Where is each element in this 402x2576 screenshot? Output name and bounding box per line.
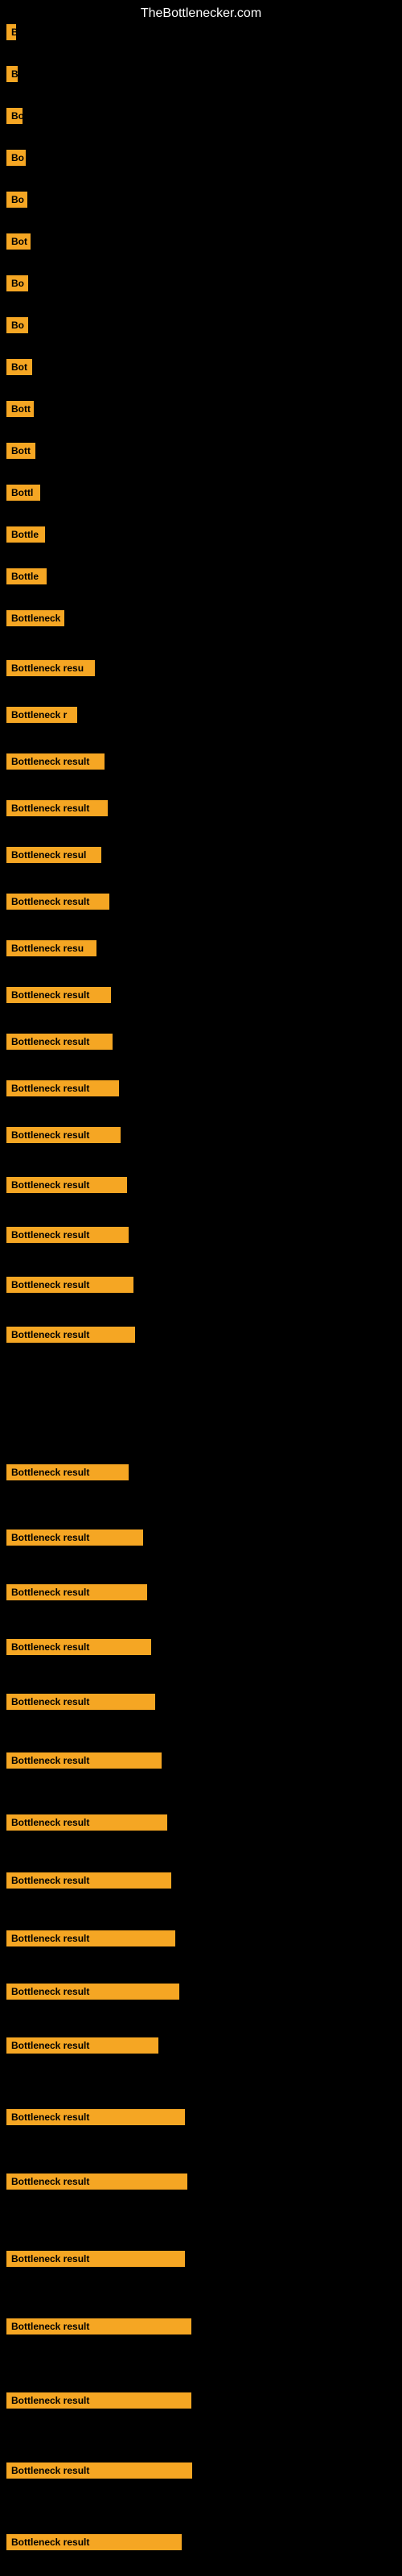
result-badge: Bottleneck result [6,753,105,770]
site-title: TheBottlenecker.com [0,0,402,27]
result-item: Bottleneck result [6,1327,135,1347]
result-item: Bottleneck result [6,1752,162,1773]
result-badge: Bo [6,317,28,333]
result-badge: Bottleneck result [6,2462,192,2479]
result-item: Bo [6,317,28,337]
result-item: Bottleneck result [6,1984,179,2004]
result-item: Bottleneck result [6,2318,191,2339]
result-badge: Bottleneck result [6,1694,155,1710]
result-badge: Bottleneck resu [6,940,96,956]
result-item: B [6,66,18,86]
result-item: B [6,24,16,44]
result-item: Bott [6,401,34,421]
result-badge: Bottleneck result [6,1327,135,1343]
result-badge: Bottleneck result [6,2251,185,2267]
result-item: Bo [6,108,23,128]
result-badge: Bottleneck result [6,1814,167,1831]
result-item: Bo [6,150,26,170]
result-item: Bottleneck result [6,1464,129,1484]
result-badge: Bottleneck result [6,1930,175,1946]
result-item: Bottleneck result [6,894,109,914]
result-badge: Bottleneck result [6,2392,191,2409]
result-badge: Bottleneck result [6,1639,151,1655]
result-item: Bottleneck result [6,1930,175,1951]
result-item: Bottleneck result [6,1694,155,1714]
result-badge: Bottl [6,485,40,501]
result-item: Bottleneck result [6,1530,143,1550]
result-item: Bottleneck result [6,1227,129,1247]
result-badge: Bottleneck result [6,1584,147,1600]
result-badge: Bott [6,443,35,459]
result-badge: Bottle [6,526,45,543]
result-badge: Bottle [6,568,47,584]
result-item: Bottleneck result [6,2392,191,2413]
result-item: Bottleneck result [6,1814,167,1835]
result-item: Bottleneck resul [6,847,101,867]
result-item: Bottleneck result [6,1277,133,1297]
result-badge: Bottleneck result [6,1127,121,1143]
result-item: Bot [6,359,32,379]
result-item: Bottleneck result [6,1034,113,1054]
result-badge: Bottleneck result [6,2174,187,2190]
result-item: Bottle [6,568,47,588]
result-item: Bottle [6,526,45,547]
result-item: Bottleneck result [6,800,108,820]
result-badge: Bottleneck result [6,1984,179,2000]
result-badge: Bottleneck result [6,2109,185,2125]
result-badge: Bottleneck result [6,1752,162,1769]
result-item: Bottleneck result [6,2109,185,2129]
result-item: Bottleneck result [6,1127,121,1147]
result-badge: Bottleneck result [6,1464,129,1480]
result-badge: B [6,24,16,40]
result-badge: Bottleneck [6,610,64,626]
result-badge: Bottleneck result [6,1080,119,1096]
result-badge: Bottleneck result [6,987,111,1003]
result-badge: Bot [6,233,31,250]
result-badge: Bo [6,108,23,124]
result-badge: Bottleneck result [6,894,109,910]
result-item: Bottleneck result [6,1639,151,1659]
result-badge: Bottleneck result [6,1277,133,1293]
result-item: Bottleneck result [6,2534,182,2554]
result-item: Bottleneck resu [6,940,96,960]
result-badge: Bottleneck result [6,800,108,816]
result-badge: Bo [6,275,28,291]
result-badge: Bottleneck result [6,1872,171,1889]
result-badge: Bottleneck result [6,2318,191,2334]
result-badge: Bottleneck resu [6,660,95,676]
result-badge: Bottleneck r [6,707,77,723]
result-badge: Bot [6,359,32,375]
result-badge: Bottleneck result [6,1227,129,1243]
result-item: Bottl [6,485,40,505]
result-badge: Bottleneck result [6,1530,143,1546]
result-badge: B [6,66,18,82]
result-item: Bottleneck resu [6,660,95,680]
result-item: Bottleneck result [6,1584,147,1604]
result-badge: Bottleneck resul [6,847,101,863]
result-item: Bottleneck result [6,1080,119,1100]
result-badge: Bottleneck result [6,1034,113,1050]
result-item: Bottleneck result [6,753,105,774]
result-badge: Bott [6,401,34,417]
result-item: Bot [6,233,31,254]
result-item: Bottleneck result [6,987,111,1007]
result-item: Bottleneck result [6,1872,171,1893]
result-badge: Bottleneck result [6,2534,182,2550]
result-item: Bo [6,192,27,212]
result-item: Bottleneck result [6,2174,187,2194]
result-item: Bottleneck r [6,707,77,727]
result-badge: Bo [6,192,27,208]
result-item: Bottleneck result [6,2462,192,2483]
result-item: Bott [6,443,35,463]
result-item: Bottleneck [6,610,64,630]
result-item: Bo [6,275,28,295]
result-badge: Bottleneck result [6,2037,158,2054]
result-item: Bottleneck result [6,2251,185,2271]
result-badge: Bo [6,150,26,166]
result-item: Bottleneck result [6,2037,158,2058]
result-item: Bottleneck result [6,1177,127,1197]
result-badge: Bottleneck result [6,1177,127,1193]
